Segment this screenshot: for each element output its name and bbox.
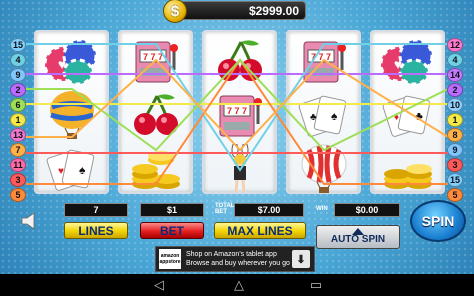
- ad-logo-bottom: appstore: [159, 259, 181, 265]
- recent-apps-icon[interactable]: ▭: [303, 277, 329, 293]
- reel-4: 7 7 7 ♠ ♣: [286, 30, 361, 194]
- payline-badge-right[interactable]: 14: [447, 68, 463, 82]
- payline-badge-right[interactable]: 4: [447, 53, 463, 67]
- ad-banner[interactable]: amazon appstore Shop on Amazon's tablet …: [155, 246, 315, 272]
- playing-cards-icon: ♠ ♥: [36, 142, 107, 196]
- payline-badge-left[interactable]: 3: [10, 173, 26, 187]
- payline-badge-right[interactable]: 5: [447, 188, 463, 202]
- payline-badge-left[interactable]: 13: [10, 128, 26, 142]
- bet-button[interactable]: BET: [140, 222, 204, 239]
- casino-chips-icon: ♥: [36, 34, 107, 88]
- payline-badge-left[interactable]: 9: [10, 68, 26, 82]
- bunny-girl-icon: [204, 142, 275, 196]
- hot-air-balloon-icon: [288, 142, 359, 196]
- payline-badge-right[interactable]: 15: [447, 173, 463, 187]
- payline-badge-right[interactable]: 1: [447, 113, 463, 127]
- reel-2: 7 7 7: [118, 30, 193, 194]
- svg-text:♥: ♥: [58, 166, 64, 177]
- speaker-icon[interactable]: [20, 212, 42, 230]
- payline-badge-right[interactable]: 12: [447, 38, 463, 52]
- spin-button[interactable]: SPIN: [410, 200, 466, 242]
- total-bet-label: TOTAL BET: [215, 203, 235, 215]
- svg-text:7 7 7: 7 7 7: [311, 52, 331, 62]
- bet-value: $1: [140, 203, 204, 217]
- payline-badge-left[interactable]: 5: [10, 188, 26, 202]
- dollar-coin-icon: $: [163, 0, 187, 23]
- svg-text:♠: ♠: [331, 109, 338, 123]
- svg-text:♣: ♣: [310, 112, 317, 123]
- win-value: $0.00: [334, 203, 400, 217]
- max-lines-button[interactable]: MAX LINES: [214, 222, 306, 239]
- auto-spin-button[interactable]: AUTO SPIN: [316, 225, 400, 249]
- payline-badge-right[interactable]: 10: [447, 98, 463, 112]
- lines-button[interactable]: LINES: [64, 222, 128, 239]
- reel-1: ♥ ♠ ♥: [34, 30, 109, 194]
- svg-text:♦: ♦: [394, 112, 399, 123]
- payline-badge-right[interactable]: 9: [447, 143, 463, 157]
- reel-3: 7 7 7: [202, 30, 277, 194]
- slot-machine-icon: 7 7 7: [204, 88, 275, 142]
- payline-badge-right[interactable]: 8: [447, 128, 463, 142]
- payline-badge-left[interactable]: 7: [10, 143, 26, 157]
- payline-badge-right[interactable]: 2: [447, 83, 463, 97]
- ad-line-2: Browse and buy wherever you go: [186, 260, 290, 267]
- payline-badge-left[interactable]: 6: [10, 98, 26, 112]
- cherries-icon: [204, 34, 275, 88]
- reel-5: ♥ ♣ ♦: [370, 30, 445, 194]
- slot-machine-icon: 7 7 7: [120, 34, 191, 88]
- gold-coins-icon: [120, 142, 191, 196]
- lines-value: 7: [64, 203, 128, 217]
- payline-badge-left[interactable]: 1: [10, 113, 26, 127]
- svg-text:♥: ♥: [57, 56, 65, 72]
- payline-badge-right[interactable]: 3: [447, 158, 463, 172]
- svg-text:7 7 7: 7 7 7: [143, 52, 163, 62]
- playing-cards-icon: ♠ ♣: [288, 88, 359, 142]
- svg-text:♣: ♣: [415, 109, 423, 123]
- amazon-appstore-logo: amazon appstore: [159, 249, 181, 269]
- ad-line-1: Shop on Amazon's tablet app: [186, 251, 277, 258]
- svg-text:7 7 7: 7 7 7: [227, 106, 247, 116]
- download-icon[interactable]: ⬇: [292, 250, 310, 268]
- system-nav-bar: ◁ △ ▭: [0, 274, 474, 296]
- win-label: WIN: [316, 206, 328, 212]
- up-arrow-icon: [352, 228, 364, 235]
- svg-text:♠: ♠: [79, 163, 86, 177]
- balance-display: $2999.00: [168, 1, 306, 20]
- hot-air-balloon-icon: [36, 88, 107, 142]
- payline-badge-left[interactable]: 2: [10, 83, 26, 97]
- back-icon[interactable]: ◁: [146, 277, 172, 293]
- auto-spin-label: AUTO SPIN: [330, 234, 386, 245]
- payline-badge-left[interactable]: 11: [10, 158, 26, 172]
- home-icon[interactable]: △: [226, 277, 252, 293]
- svg-text:♥: ♥: [393, 56, 401, 72]
- payline-badge-left[interactable]: 15: [10, 38, 26, 52]
- casino-chips-icon: ♥: [372, 34, 443, 88]
- cherries-icon: [120, 88, 191, 142]
- gold-coins-icon: [372, 142, 443, 196]
- total-bet-value: $7.00: [234, 203, 304, 217]
- payline-badge-left[interactable]: 4: [10, 53, 26, 67]
- playing-cards-icon: ♣ ♦: [372, 88, 443, 142]
- slot-machine-icon: 7 7 7: [288, 34, 359, 88]
